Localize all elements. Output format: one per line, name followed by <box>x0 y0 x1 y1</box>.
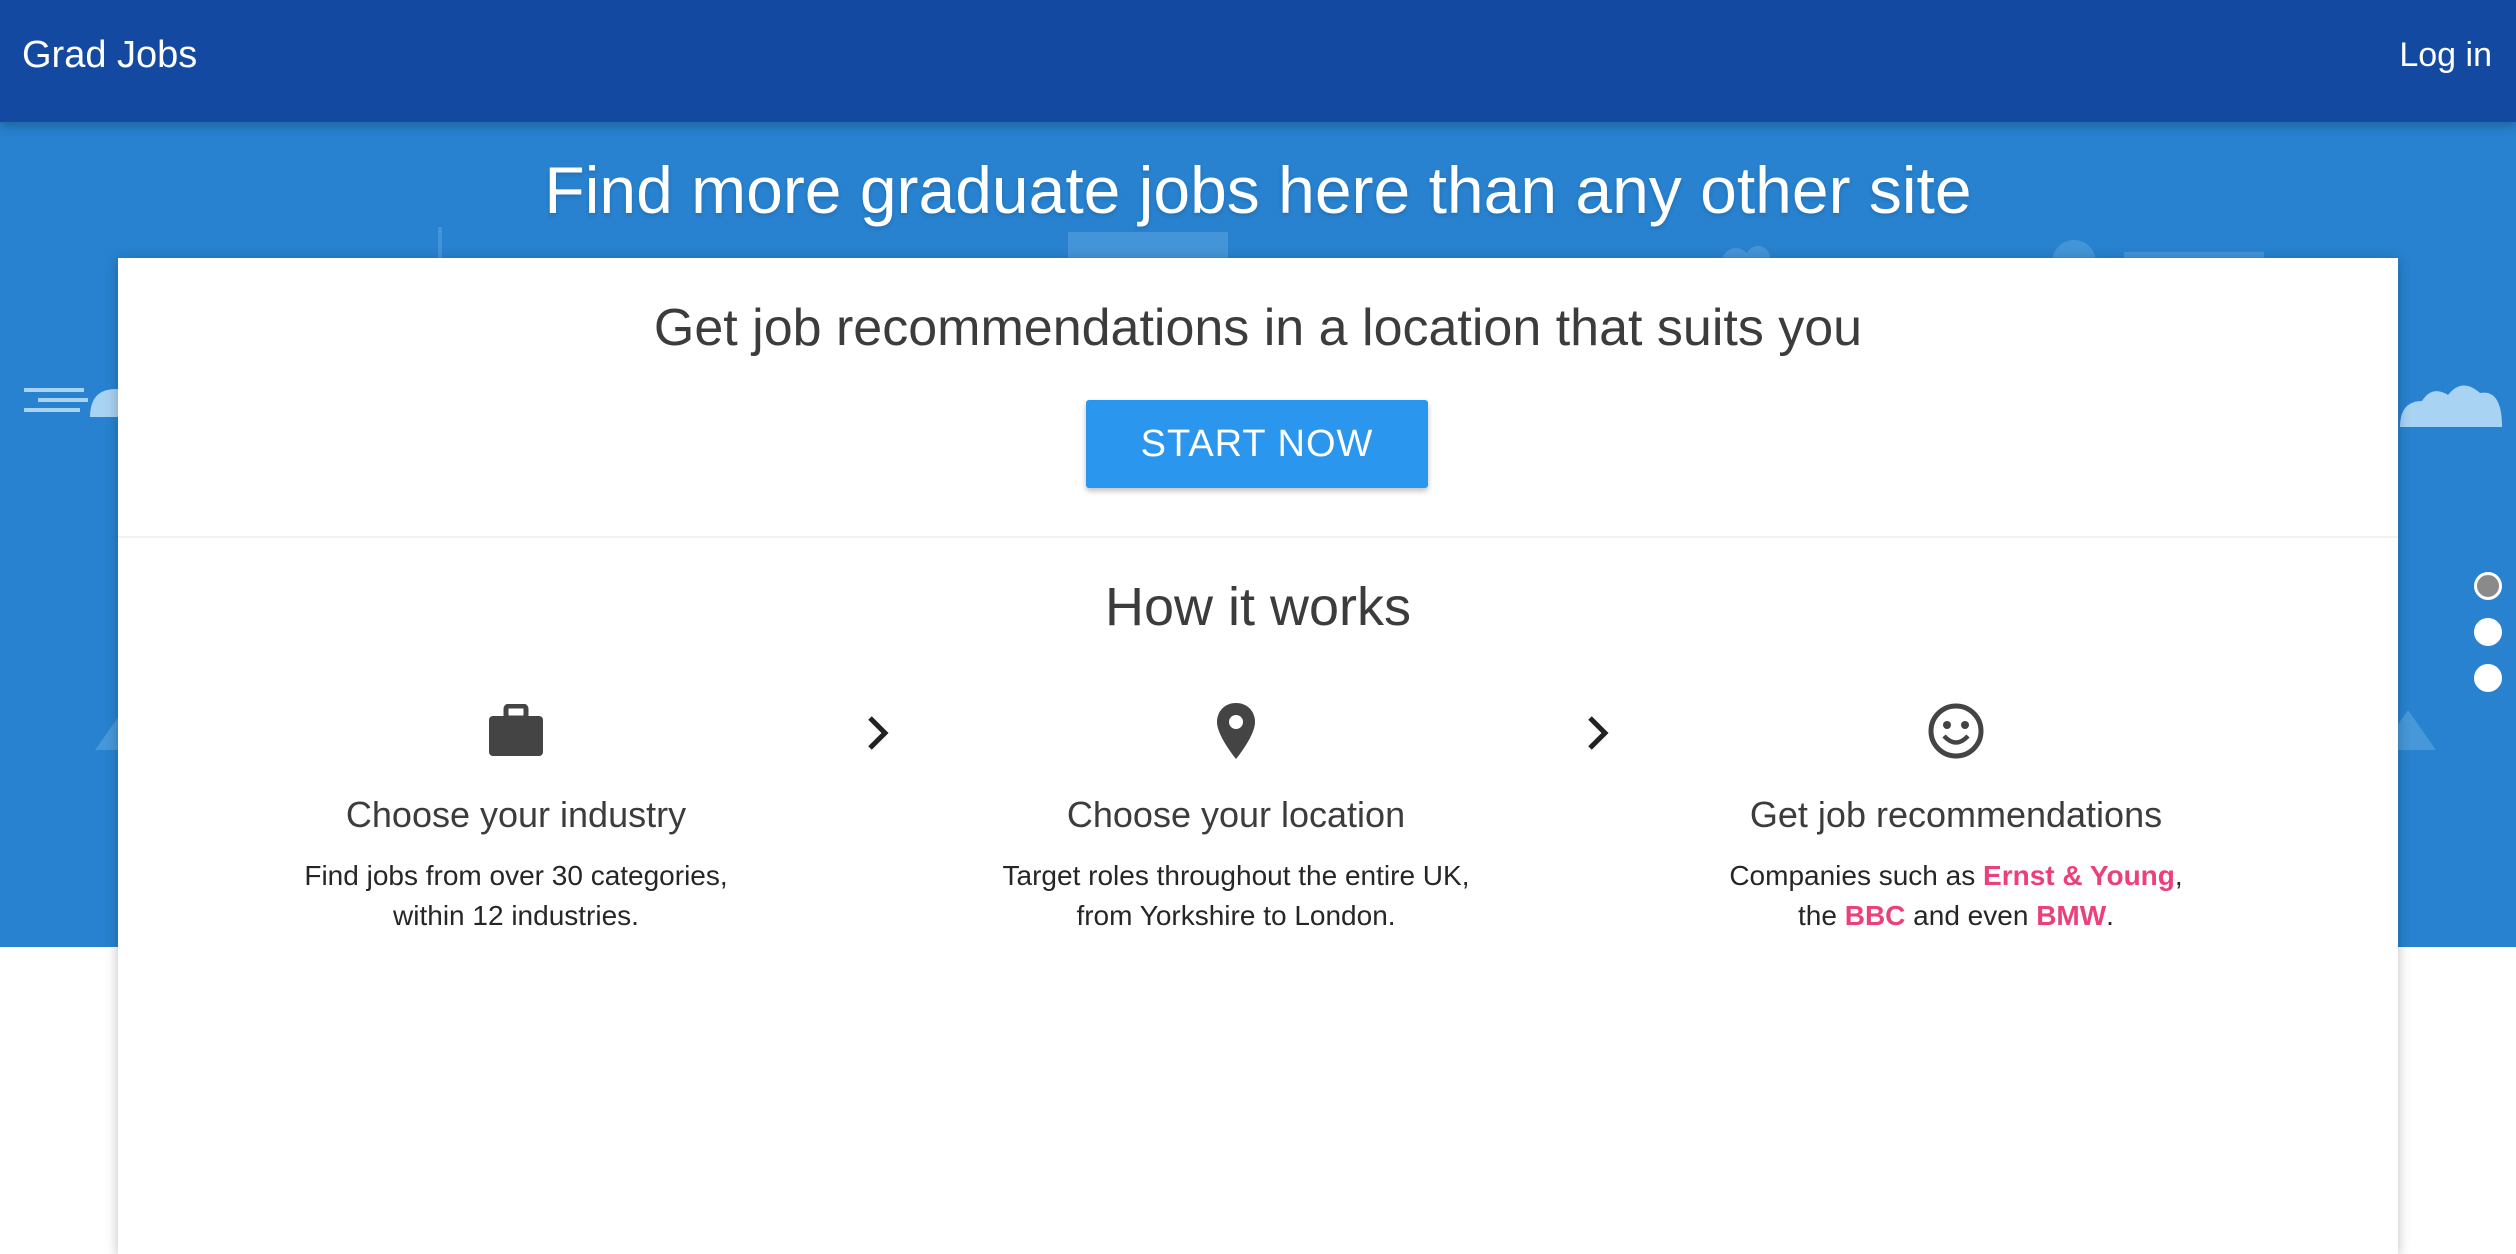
brand-logo[interactable]: Grad Jobs <box>22 34 197 77</box>
step-heading: Choose your location <box>1066 794 1406 835</box>
step-description: Target roles throughout the entire UK, f… <box>936 856 1536 936</box>
step-recommendations: Get job recommendations Companies such a… <box>1656 696 2256 936</box>
hero-headline: Find more graduate jobs here than any ot… <box>544 153 1972 227</box>
slide-dot-2[interactable] <box>2474 618 2502 646</box>
smiley-icon <box>1928 703 1984 759</box>
slide-dot-3[interactable] <box>2474 664 2502 692</box>
text-segment: the <box>1798 900 1845 931</box>
step-industry: Choose your industry Find jobs from over… <box>216 696 816 936</box>
card-title: Get job recommendations in a location th… <box>653 299 1863 357</box>
top-navbar: Grad Jobs Log in <box>0 0 2516 122</box>
text-segment: , <box>2174 860 2183 891</box>
text-segment: and even <box>1905 900 2037 931</box>
text-segment: . <box>2106 900 2114 931</box>
step-description-line: within 12 industries. <box>393 900 639 931</box>
company-ernst-young: Ernst & Young <box>1983 860 2175 891</box>
how-it-works-title: How it works <box>1104 577 1412 637</box>
step-description-line: from Yorkshire to London. <box>1076 900 1396 931</box>
chevron-right-icon <box>868 716 889 750</box>
card-divider <box>118 536 2398 538</box>
company-bmw: BMW <box>2036 900 2107 931</box>
slide-pagination <box>2474 572 2504 710</box>
slide-dot-1[interactable] <box>2474 572 2502 600</box>
recommendation-card: Get job recommendations in a location th… <box>118 258 2398 1254</box>
chevron-right-icon <box>1588 716 1609 750</box>
start-now-button[interactable]: START NOW <box>1086 400 1428 488</box>
login-link[interactable]: Log in <box>2399 36 2492 75</box>
company-bbc: BBC <box>1844 900 1906 931</box>
step-description-line: the BBC and even BMW. <box>1656 896 2256 936</box>
step-description-line: Target roles throughout the entire UK, <box>1002 860 1470 891</box>
briefcase-icon <box>489 704 543 756</box>
step-description-line: Companies such as Ernst & Young, <box>1656 856 2256 896</box>
location-pin-icon <box>1217 703 1255 759</box>
step-heading: Choose your industry <box>345 794 687 835</box>
step-heading: Get job recommendations <box>1749 794 2163 835</box>
step-description: Companies such as Ernst & Young, the BBC… <box>1656 856 2256 936</box>
step-description: Find jobs from over 30 categories, withi… <box>216 856 816 936</box>
step-location: Choose your location Target roles throug… <box>936 696 1536 936</box>
text-segment: Companies such as <box>1729 860 1984 891</box>
step-description-line: Find jobs from over 30 categories, <box>304 860 728 891</box>
